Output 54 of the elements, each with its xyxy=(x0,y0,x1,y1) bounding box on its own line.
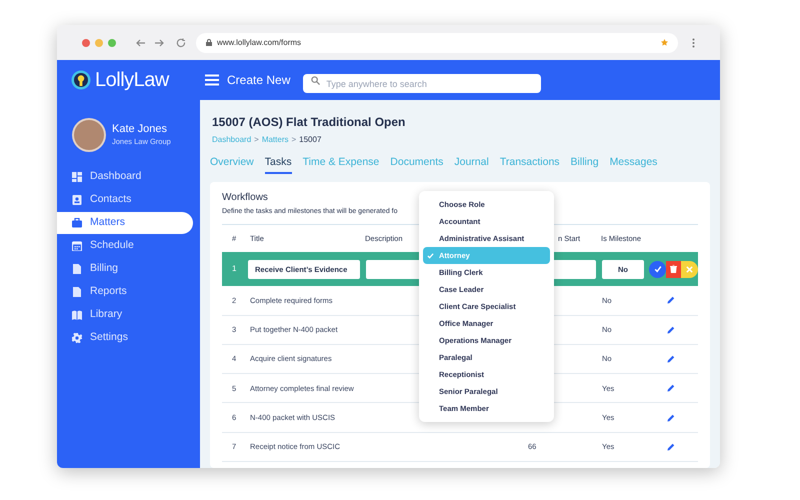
breadcrumb-current: 15007 xyxy=(299,134,322,146)
check-icon xyxy=(427,252,434,258)
lock-icon xyxy=(206,39,212,46)
close-window-icon[interactable] xyxy=(82,38,90,46)
create-new-button[interactable]: Create New xyxy=(227,71,290,89)
matter-title: 15007 (AOS) Flat Traditional Open xyxy=(211,114,406,131)
sidebar-item[interactable]: Schedule xyxy=(57,235,193,257)
search-icon xyxy=(311,76,320,84)
breadcrumb-separator: > xyxy=(254,134,259,146)
edit-icon[interactable] xyxy=(667,442,675,451)
delete-button[interactable] xyxy=(666,260,681,278)
edit-icon[interactable] xyxy=(667,326,675,334)
breadcrumb-separator: > xyxy=(291,134,296,146)
back-icon[interactable] xyxy=(136,38,146,48)
edit-icon[interactable] xyxy=(667,296,675,304)
logo-text: LollyLaw xyxy=(95,68,169,93)
contact-card-icon xyxy=(72,195,82,205)
confirm-button[interactable] xyxy=(649,260,666,278)
document-icon xyxy=(72,287,82,297)
cancel-button[interactable] xyxy=(681,260,698,278)
tab[interactable]: Tasks xyxy=(264,155,292,174)
search-field[interactable]: Type anywhere to search xyxy=(303,74,542,93)
calendar-icon xyxy=(72,241,82,251)
check-icon xyxy=(654,265,662,274)
book-icon xyxy=(72,310,82,320)
row-number: 1 xyxy=(231,263,236,276)
close-icon xyxy=(686,266,693,273)
url-text: www.lollylaw.com/forms xyxy=(217,36,302,48)
gear-icon xyxy=(72,333,82,343)
menu-icon[interactable] xyxy=(205,74,219,86)
card-title: Workflows xyxy=(222,190,268,205)
sidebar-item[interactable]: Library xyxy=(57,304,193,326)
avatar xyxy=(72,118,106,152)
more-icon[interactable] xyxy=(692,38,695,48)
sidebar-item[interactable]: Billing xyxy=(57,258,193,280)
reload-icon[interactable] xyxy=(176,38,186,48)
forward-icon[interactable] xyxy=(154,38,164,48)
trash-icon xyxy=(670,265,677,274)
edit-icon[interactable] xyxy=(667,354,675,363)
sidebar-item[interactable]: Reports xyxy=(57,281,193,303)
edit-icon[interactable] xyxy=(667,414,675,422)
maximize-window-icon[interactable] xyxy=(108,38,116,46)
edit-icon[interactable] xyxy=(667,384,675,392)
sidebar-item[interactable]: Matters xyxy=(57,212,193,234)
sidebar-item[interactable]: Contacts xyxy=(57,189,193,211)
sidebar-item[interactable]: Settings xyxy=(57,327,193,349)
star-icon[interactable] xyxy=(661,39,668,46)
user-name: Kate Jones xyxy=(112,122,168,136)
briefcase-icon xyxy=(72,218,82,228)
document-icon xyxy=(72,264,82,274)
address-bar[interactable]: www.lollylaw.com/forms xyxy=(196,32,678,52)
dashboard-icon xyxy=(72,172,82,182)
sidebar-item[interactable]: Dashboard xyxy=(57,166,193,188)
logo-icon xyxy=(71,70,91,90)
